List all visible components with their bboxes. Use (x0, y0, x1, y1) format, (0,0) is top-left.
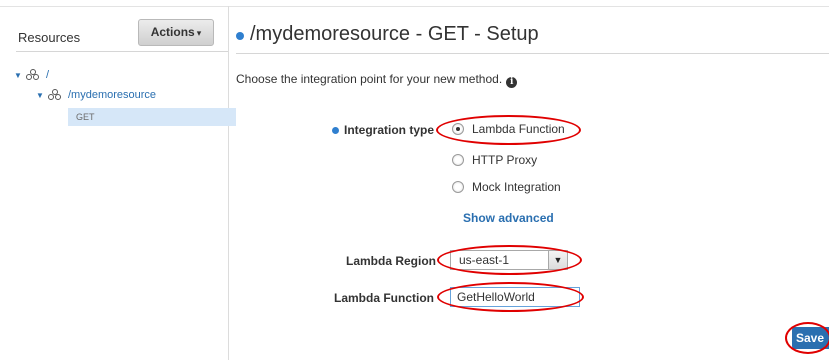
radio-button[interactable] (452, 123, 464, 135)
tree-item-label: /mydemoresource (68, 89, 157, 101)
caret-down-icon: ▾ (196, 28, 202, 38)
actions-button[interactable]: Actions ▾ (138, 19, 214, 46)
divider (236, 53, 829, 54)
tree-item-mydemoresource[interactable]: ▼ /mydemoresource (36, 89, 156, 101)
lambda-region-select[interactable]: us-east-1 ▼ (450, 250, 568, 270)
expand-triangle-icon[interactable]: ▼ (14, 71, 26, 80)
expand-triangle-icon[interactable]: ▼ (36, 91, 48, 100)
title-bullet (236, 32, 244, 40)
intro-text: Choose the integration point for your ne… (236, 72, 518, 88)
info-icon[interactable]: i (506, 77, 518, 88)
radio-button[interactable] (452, 181, 464, 193)
divider (16, 51, 228, 52)
actions-label: Actions (150, 25, 195, 39)
radio-lambda-function[interactable]: Lambda Function (452, 122, 565, 136)
required-indicator (332, 127, 339, 134)
resources-pane: Resources Actions ▾ ▼ / ▼ /mydemoresource… (8, 6, 236, 360)
lambda-region-value: us-east-1 (459, 253, 510, 267)
resource-icon (26, 69, 40, 81)
radio-button[interactable] (452, 154, 464, 166)
save-button[interactable]: Save (792, 327, 829, 349)
integration-type-label: Integration type (344, 123, 435, 137)
tree-item-root[interactable]: ▼ / (14, 69, 49, 81)
lambda-function-label: Lambda Function (334, 291, 434, 305)
tree-item-label: / (46, 69, 50, 81)
page-title: /mydemoresource - GET - Setup (250, 23, 539, 45)
resource-icon (48, 89, 62, 101)
intro-label: Choose the integration point for your ne… (236, 72, 503, 86)
radio-label: Lambda Function (472, 122, 565, 136)
show-advanced-link[interactable]: Show advanced (463, 211, 554, 225)
radio-label: HTTP Proxy (472, 153, 538, 167)
tree-item-get-method[interactable]: GET (68, 108, 236, 126)
lambda-function-input[interactable]: GetHelloWorld (450, 287, 580, 307)
radio-mock-integration[interactable]: Mock Integration (452, 180, 561, 194)
radio-http-proxy[interactable]: HTTP Proxy (452, 153, 537, 167)
radio-label: Mock Integration (472, 180, 561, 194)
resources-title: Resources (18, 30, 81, 45)
dropdown-arrow-icon[interactable]: ▼ (548, 251, 567, 269)
lambda-region-label: Lambda Region (346, 254, 437, 268)
